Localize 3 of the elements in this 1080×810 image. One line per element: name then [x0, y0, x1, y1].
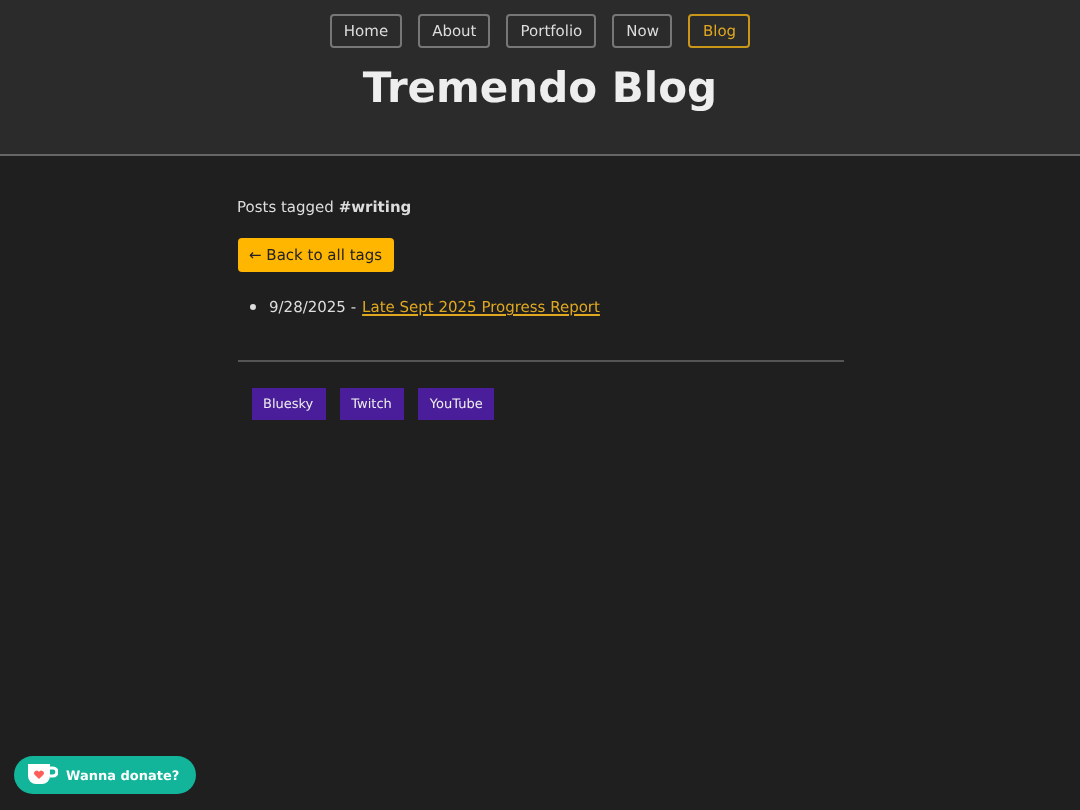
site-title: Tremendo Blog	[362, 64, 718, 112]
cup-icon	[26, 762, 58, 788]
bullet-icon	[249, 304, 255, 310]
